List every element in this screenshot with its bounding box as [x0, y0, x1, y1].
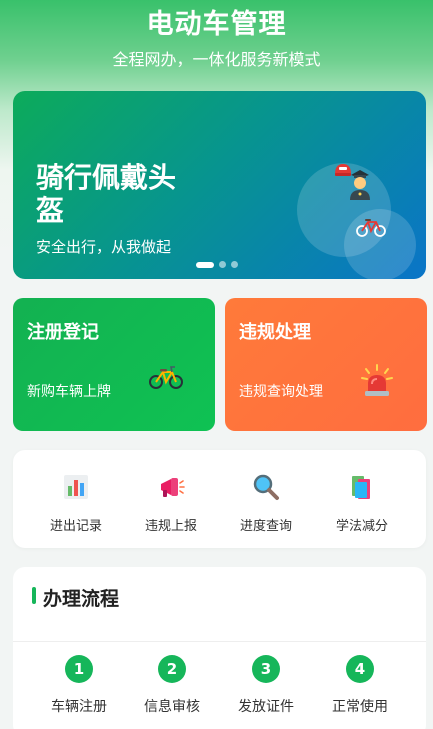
- megaphone-icon: [161, 478, 185, 497]
- magnifier-icon: [253, 474, 279, 500]
- page-title: 电动车管理: [146, 9, 287, 40]
- register-card-subtitle: 新购车辆上牌: [27, 384, 111, 400]
- carousel-dot[interactable]: [231, 261, 238, 268]
- page-subtitle: 全程网办，一体化服务新模式: [112, 50, 321, 69]
- register-card-title: 注册登记: [27, 322, 99, 343]
- quick-action-progress-query[interactable]: 进度查询: [226, 472, 306, 534]
- police-officer-icon: [350, 170, 370, 200]
- siren-icon: [361, 364, 393, 396]
- carousel-dot[interactable]: [219, 261, 226, 268]
- bicycle-icon: [356, 219, 386, 237]
- step-label: 车辆注册: [51, 699, 107, 715]
- violation-card[interactable]: 违规处理 违规查询处理: [225, 298, 427, 431]
- books-icon: [352, 476, 370, 499]
- quick-action-label: 进度查询: [239, 519, 292, 534]
- bar-chart-icon: [64, 475, 88, 499]
- violation-card-subtitle: 违规查询处理: [239, 384, 323, 400]
- quick-action-label: 进出记录: [49, 519, 102, 534]
- register-card[interactable]: 注册登记 新购车辆上牌: [13, 298, 215, 431]
- step-number: 2: [158, 655, 186, 683]
- carousel-dots[interactable]: [196, 261, 238, 268]
- process-step: 1 车辆注册: [34, 655, 124, 716]
- process-panel: 办理流程 1 车辆注册 2 信息审核 3 发放证件 4 正常使用: [13, 567, 426, 729]
- bicycle-icon: [149, 366, 183, 389]
- quick-actions-panel: 进出记录 违规上报 进度查询 学法减分: [13, 450, 426, 548]
- quick-action-label: 学法减分: [335, 519, 388, 534]
- section-accent-bar: [32, 587, 36, 604]
- step-number: 3: [252, 655, 280, 683]
- violation-card-title: 违规处理: [239, 322, 311, 343]
- divider: [13, 641, 426, 642]
- quick-action-report-violation[interactable]: 违规上报: [131, 472, 211, 534]
- banner-title: 骑行佩戴头盔: [36, 161, 177, 227]
- process-title: 办理流程: [43, 588, 120, 610]
- quick-action-learn-law[interactable]: 学法减分: [322, 472, 402, 534]
- step-number: 4: [346, 655, 374, 683]
- process-step: 4 正常使用: [315, 655, 405, 716]
- quick-action-label: 违规上报: [144, 519, 197, 534]
- step-label: 发放证件: [238, 699, 294, 715]
- quick-action-entry-records[interactable]: 进出记录: [36, 472, 116, 534]
- process-step: 3 发放证件: [221, 655, 311, 716]
- process-step: 2 信息审核: [127, 655, 217, 716]
- banner-subtitle: 安全出行，从我做起: [36, 238, 172, 256]
- step-label: 正常使用: [332, 699, 388, 715]
- promo-banner[interactable]: 骑行佩戴头盔 安全出行，从我做起: [13, 91, 426, 279]
- step-number: 1: [65, 655, 93, 683]
- carousel-dot[interactable]: [196, 261, 214, 268]
- step-label: 信息审核: [144, 699, 200, 715]
